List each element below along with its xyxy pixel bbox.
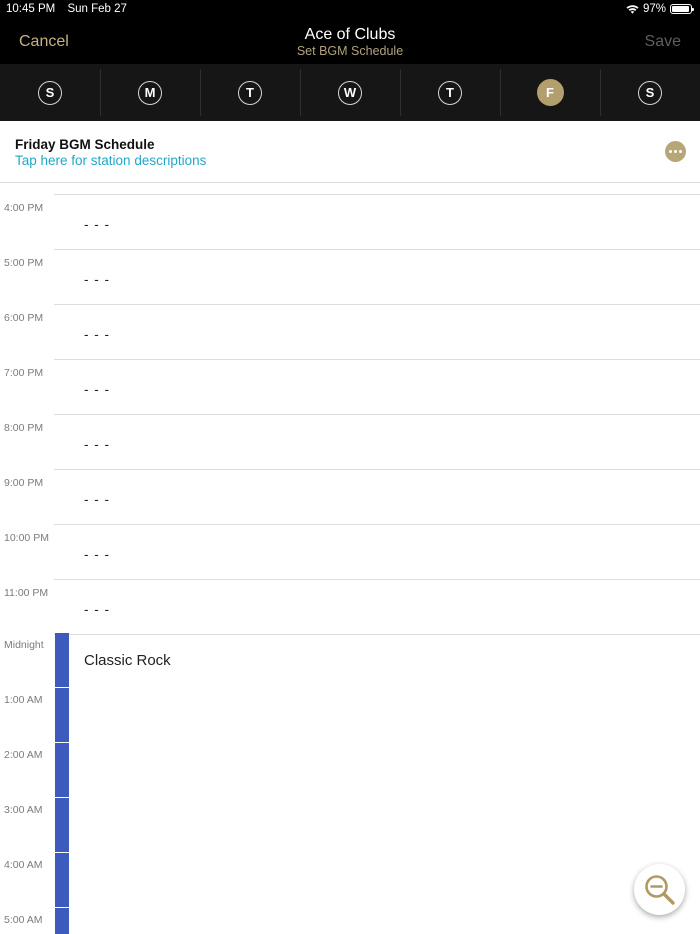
slot-time: 2:00 AM [4, 749, 43, 761]
day-tab-monday[interactable]: M [100, 64, 200, 121]
day-circle: T [238, 80, 262, 105]
slot-time: 4:00 PM [4, 202, 44, 214]
slot-value: - - - [84, 382, 110, 397]
time-slot[interactable]: 10:00 PM - - - [0, 525, 700, 580]
day-tab-sunday[interactable]: S [0, 64, 100, 121]
day-circle: M [138, 80, 162, 105]
day-selector: S M T W T F S [0, 64, 700, 121]
slot-time: 5:00 AM [4, 914, 43, 926]
slot-time: 7:00 PM [4, 367, 44, 379]
slot-value: - - - [84, 217, 110, 232]
time-slot[interactable]: 9:00 PM - - - [0, 470, 700, 525]
day-tab-thursday[interactable]: T [400, 64, 500, 121]
slot-time: 1:00 AM [4, 694, 43, 706]
status-date: Sun Feb 27 [67, 3, 127, 15]
save-button[interactable]: Save [645, 33, 681, 51]
slot-time: 8:00 PM [4, 422, 44, 434]
top-bar: 10:45 PM Sun Feb 27 97% Cancel Ace of Cl… [0, 0, 700, 121]
slot-value: - - - [84, 437, 110, 452]
time-slot[interactable]: 6:00 PM - - - [0, 305, 700, 360]
slot-time: 10:00 PM [4, 532, 49, 544]
day-circle: S [638, 80, 662, 105]
time-slot[interactable]: 11:00 PM - - - [0, 580, 700, 635]
station-color-bar [55, 688, 69, 742]
zoom-out-button[interactable] [634, 864, 685, 915]
status-bar: 10:45 PM Sun Feb 27 97% [6, 3, 694, 17]
station-color-bar [55, 633, 69, 687]
station-color-bar [55, 908, 69, 934]
day-tab-tuesday[interactable]: T [200, 64, 300, 121]
slot-value: - - - [84, 327, 110, 342]
slot-time: 11:00 PM [4, 587, 49, 599]
time-slot[interactable]: 4:00 PM - - - [0, 195, 700, 250]
battery-icon [670, 4, 694, 14]
day-circle: S [38, 80, 62, 105]
slot-time: 3:00 AM [4, 804, 43, 816]
time-slot[interactable]: 5:00 PM - - - [0, 250, 700, 305]
schedule-header: Friday BGM Schedule Tap here for station… [0, 121, 700, 183]
slot-value: - - - [84, 602, 110, 617]
time-slot[interactable]: 1:00 AM [0, 687, 700, 742]
station-color-bar [55, 743, 69, 797]
page-title: Ace of Clubs [304, 26, 396, 43]
schedule-title: Friday BGM Schedule [15, 137, 155, 152]
slot-time: 9:00 PM [4, 477, 44, 489]
status-time: 10:45 PM [6, 3, 56, 15]
station-name[interactable]: Classic Rock [84, 652, 171, 669]
zoom-out-icon [644, 874, 675, 905]
time-slot[interactable]: 7:00 PM - - - [0, 360, 700, 415]
more-icon[interactable] [665, 141, 686, 162]
slot-value: - - - [84, 272, 110, 287]
slot-time: 6:00 PM [4, 312, 44, 324]
station-color-bar [55, 853, 69, 907]
day-circle: T [438, 80, 462, 105]
time-slot[interactable]: 5:00 AM [0, 907, 700, 934]
day-tab-saturday[interactable]: S [600, 64, 700, 121]
page-subtitle: Set BGM Schedule [296, 44, 404, 58]
day-tab-wednesday[interactable]: W [300, 64, 400, 121]
day-circle: W [338, 80, 362, 105]
station-descriptions-link[interactable]: Tap here for station descriptions [15, 153, 206, 168]
schedule-list: 4:00 PM - - - 5:00 PM - - - 6:00 PM - - … [0, 182, 700, 934]
slot-time: 5:00 PM [4, 257, 44, 269]
slot-time: 4:00 AM [4, 859, 43, 871]
day-tab-friday[interactable]: F [500, 64, 600, 121]
time-slot[interactable]: 3:00 AM [0, 797, 700, 852]
wifi-icon [626, 5, 639, 14]
time-slot[interactable]: 8:00 PM - - - [0, 415, 700, 470]
slot-value: - - - [84, 547, 110, 562]
slot-value: - - - [84, 492, 110, 507]
slot-time: Midnight [4, 639, 44, 651]
station-color-bar [55, 798, 69, 852]
time-slot[interactable]: 2:00 AM [0, 742, 700, 797]
battery-percent: 97% [642, 3, 666, 15]
time-slot[interactable]: 4:00 AM [0, 852, 700, 907]
day-circle: F [536, 79, 564, 106]
